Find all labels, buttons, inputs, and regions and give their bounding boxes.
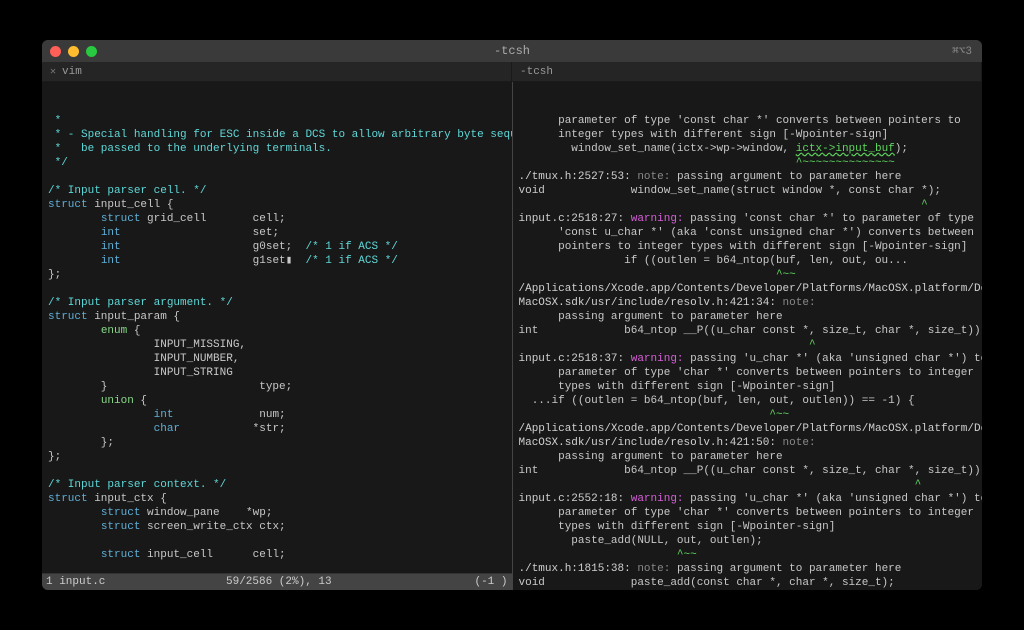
window-shortcut: ⌘⌥3: [952, 44, 972, 58]
status-right: (-1 ): [474, 575, 507, 589]
vim-statusline: 1 input.c 59/2586 (2%), 13 (-1 ): [42, 573, 512, 590]
pane-shell[interactable]: parameter of type 'const char *' convert…: [513, 82, 983, 590]
split-panes: * * - Special handling for ESC inside a …: [42, 82, 982, 590]
tab-label: -tcsh: [520, 66, 553, 78]
titlebar: -tcsh ⌘⌥3: [42, 40, 982, 62]
vim-buffer: * * - Special handling for ESC inside a …: [48, 114, 506, 590]
tab-vim[interactable]: ✕ vim: [42, 62, 512, 81]
status-position: 59/2586 (2%), 13: [226, 575, 474, 589]
tab-tcsh[interactable]: -tcsh: [512, 62, 982, 81]
traffic-lights: [50, 46, 97, 57]
zoom-icon[interactable]: [86, 46, 97, 57]
minimize-icon[interactable]: [68, 46, 79, 57]
close-icon[interactable]: ✕: [50, 66, 56, 78]
pane-vim[interactable]: * * - Special handling for ESC inside a …: [42, 82, 513, 590]
close-icon[interactable]: [50, 46, 61, 57]
status-file: 1 input.c: [46, 575, 226, 589]
tab-label: vim: [62, 66, 82, 78]
terminal-window: -tcsh ⌘⌥3 ✕ vim -tcsh * * - Special hand…: [42, 40, 982, 590]
shell-output: parameter of type 'const char *' convert…: [519, 114, 977, 590]
window-title: -tcsh: [42, 44, 982, 58]
tab-bar: ✕ vim -tcsh: [42, 62, 982, 82]
